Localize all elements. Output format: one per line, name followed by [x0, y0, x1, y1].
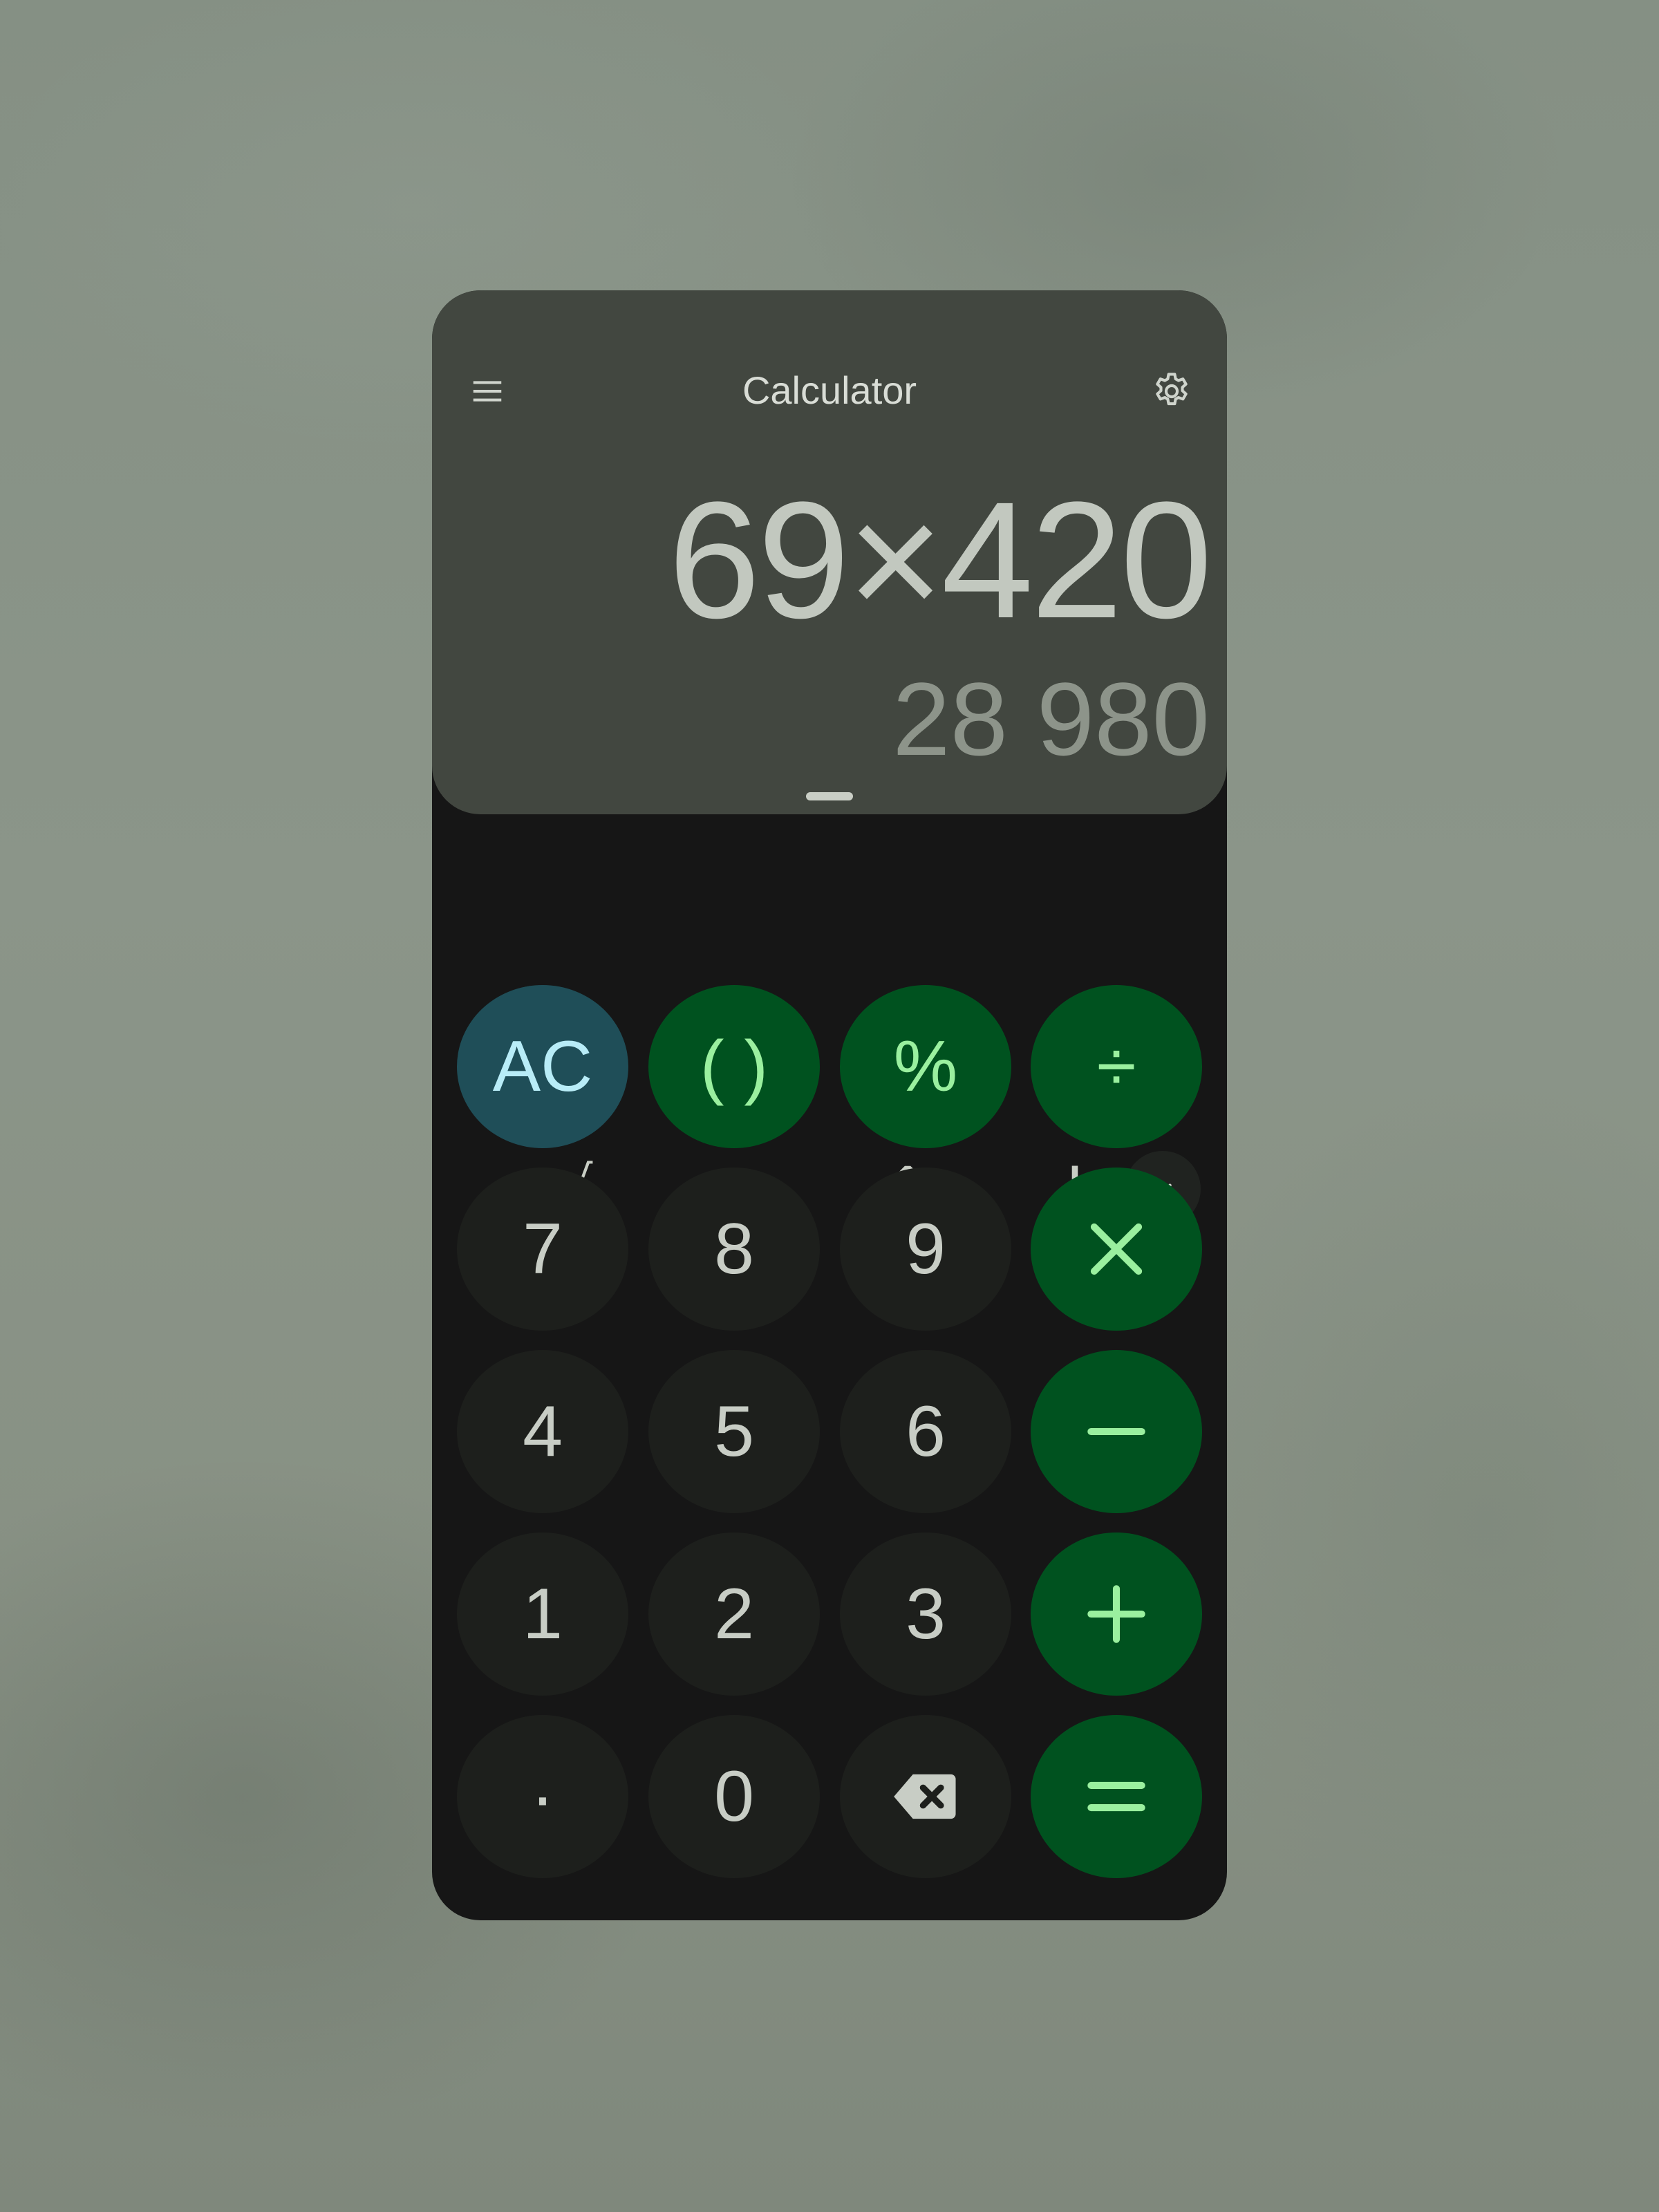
digit-5-button[interactable]: 5 [648, 1350, 820, 1513]
drag-handle[interactable] [806, 792, 853, 800]
digit-2-button[interactable]: 2 [648, 1533, 820, 1696]
digit-1-button[interactable]: 1 [457, 1533, 628, 1696]
digit-7-button[interactable]: 7 [457, 1168, 628, 1331]
backspace-icon [894, 1774, 956, 1819]
digit-3-button[interactable]: 3 [840, 1533, 1011, 1696]
divide-button[interactable]: ÷ [1031, 985, 1202, 1148]
digit-9-button[interactable]: 9 [840, 1168, 1011, 1331]
backspace-button[interactable] [840, 1715, 1011, 1878]
calculator-window: Calculator 69×420 28 980 √ π ^ ! AC ( ) … [432, 290, 1227, 1920]
plus-button[interactable] [1031, 1533, 1202, 1696]
app-title: Calculator [742, 368, 917, 412]
multiply-button[interactable] [1031, 1168, 1202, 1331]
display-panel: Calculator 69×420 28 980 [432, 290, 1227, 814]
expression-display[interactable]: 69×420 [668, 463, 1212, 657]
parentheses-button[interactable]: ( ) [648, 985, 820, 1148]
digit-8-button[interactable]: 8 [648, 1168, 820, 1331]
equals-icon [1087, 1781, 1145, 1812]
multiply-icon [1090, 1223, 1143, 1275]
minus-icon [1087, 1427, 1145, 1436]
plus-icon [1087, 1585, 1145, 1643]
equals-button[interactable] [1031, 1715, 1202, 1878]
result-preview: 28 980 [892, 661, 1210, 777]
decimal-point-button[interactable]: · [457, 1715, 628, 1878]
minus-button[interactable] [1031, 1350, 1202, 1513]
digit-6-button[interactable]: 6 [840, 1350, 1011, 1513]
settings-button[interactable] [1144, 364, 1199, 419]
all-clear-button[interactable]: AC [457, 985, 628, 1148]
percent-button[interactable]: % [840, 985, 1011, 1148]
digit-4-button[interactable]: 4 [457, 1350, 628, 1513]
digit-0-button[interactable]: 0 [648, 1715, 820, 1878]
gear-icon [1156, 373, 1188, 406]
